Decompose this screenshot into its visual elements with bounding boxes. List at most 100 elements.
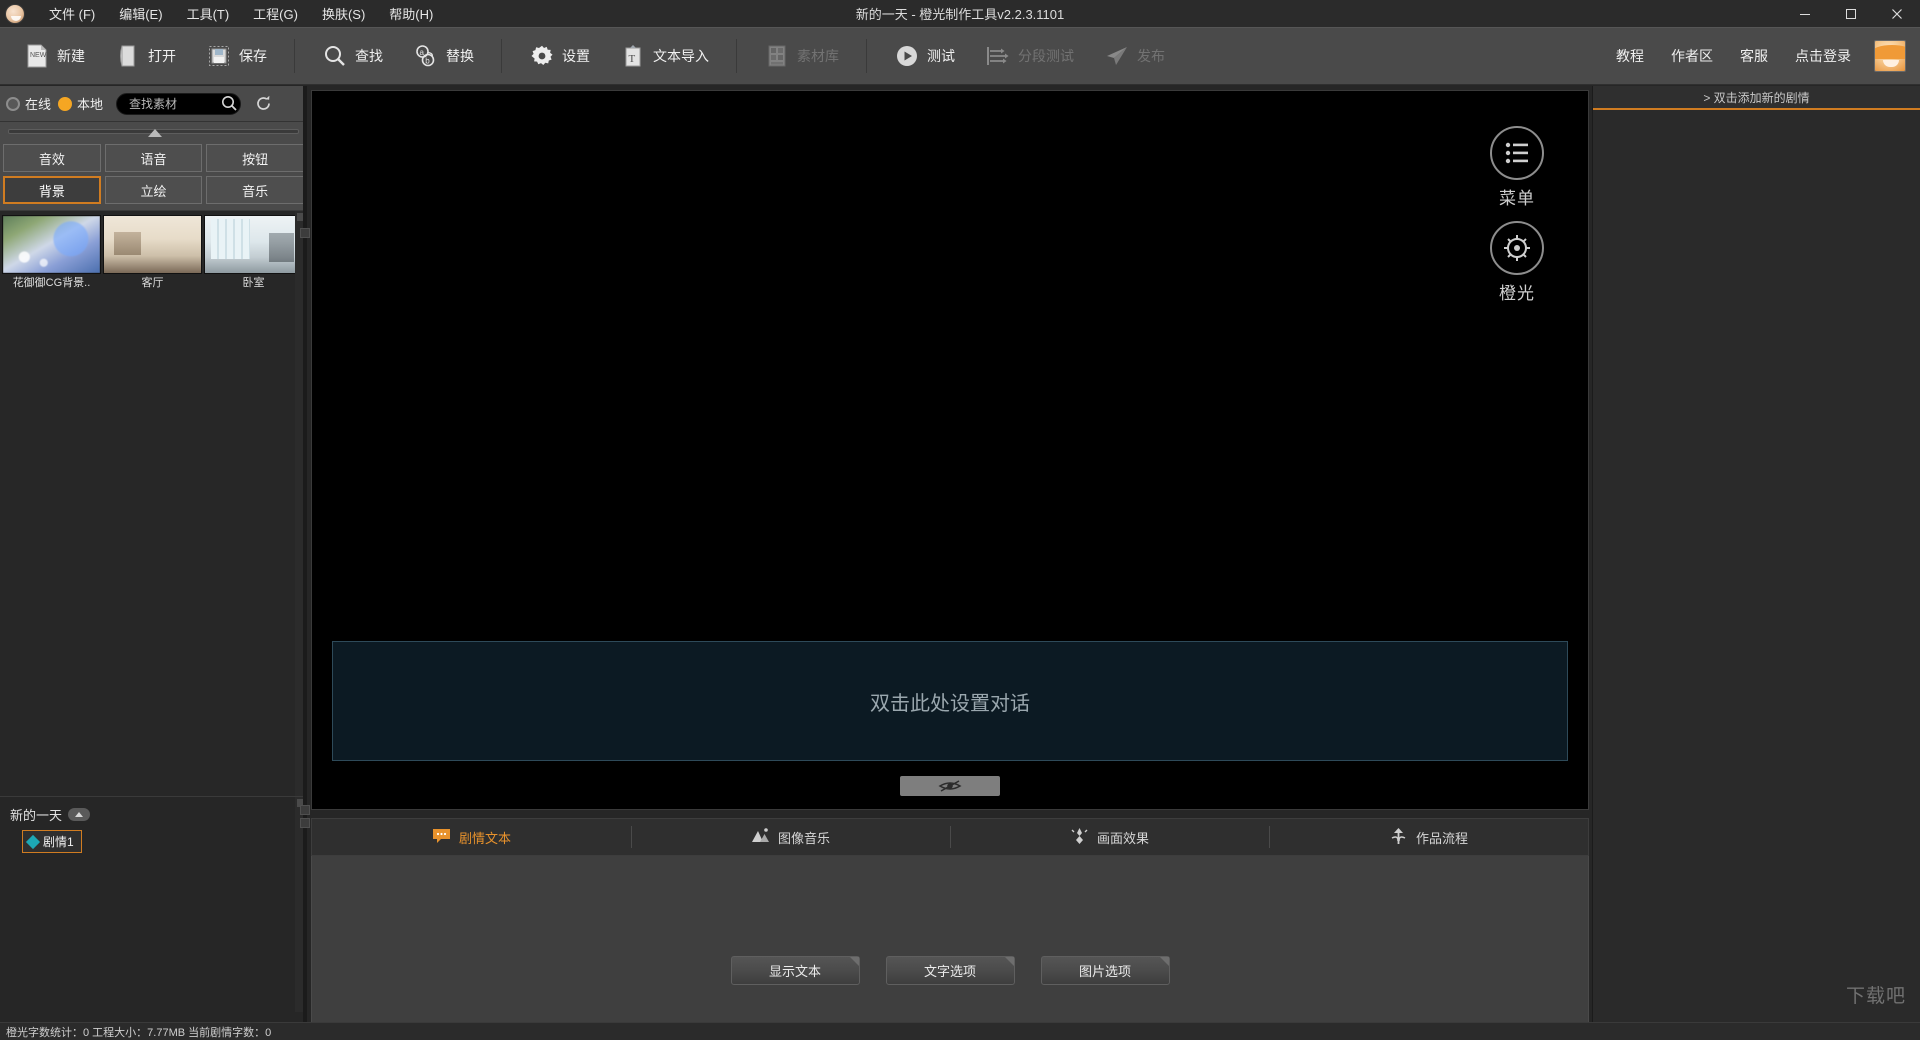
author-zone-link[interactable]: 作者区 <box>1659 40 1725 72</box>
open-button[interactable]: 打开 <box>102 34 189 78</box>
tab-screen-effect[interactable]: 画面效果 <box>950 819 1269 855</box>
orange-light-logo-icon <box>1490 221 1544 275</box>
settings-button-label: 设置 <box>562 48 590 64</box>
asset-item-label: 花御御CG背景.. <box>12 277 91 289</box>
text-import-icon: T <box>620 43 646 69</box>
panel-splitter[interactable] <box>303 86 307 1026</box>
story-tree-header[interactable]: 新的一天 <box>0 797 307 824</box>
text-options-button[interactable]: 文字选项 <box>885 956 1015 985</box>
asset-item-label: 客厅 <box>141 277 164 289</box>
radio-online-indicator <box>6 96 20 111</box>
test-button-label: 测试 <box>927 48 955 64</box>
story-tree-node-1[interactable]: 剧情1 <box>22 830 82 853</box>
tab-story-text[interactable]: 剧情文本 <box>312 819 631 855</box>
tutorial-link[interactable]: 教程 <box>1604 40 1656 72</box>
asset-grid: 花御御CG背景.. 客厅 卧室 <box>0 211 307 292</box>
search-magnifier-icon[interactable] <box>219 94 239 114</box>
asset-list: 花御御CG背景.. 客厅 卧室 <box>0 210 307 799</box>
radio-online-label: 在线 <box>25 97 52 112</box>
menu-item-tools[interactable]: 工具(T) <box>175 0 242 27</box>
thumbnail-image-living-room <box>104 216 201 273</box>
dialogue-box[interactable]: 双击此处设置对话 <box>332 641 1568 761</box>
image-music-icon <box>751 827 770 847</box>
stage-brand-logo[interactable]: 橙光 <box>1486 221 1548 304</box>
main-toolbar: NEW 新建 打开 保存 查找 a b 替换 设置 T 文本导入 素材库 测试 … <box>0 27 1920 85</box>
play-circle-icon <box>894 43 920 69</box>
text-import-button[interactable]: T 文本导入 <box>607 34 722 78</box>
find-button[interactable]: 查找 <box>309 34 396 78</box>
image-options-button[interactable]: 图片选项 <box>1040 956 1170 985</box>
asset-item[interactable]: 花御御CG背景.. <box>2 215 101 292</box>
radio-local-label: 本地 <box>77 97 104 112</box>
menu-item-project[interactable]: 工程(G) <box>241 0 310 27</box>
segment-test-button-label: 分段测试 <box>1018 48 1074 64</box>
script-list-body[interactable]: 下载吧 <box>1593 110 1920 1026</box>
asset-item[interactable]: 客厅 <box>103 215 202 292</box>
close-button[interactable] <box>1874 0 1920 27</box>
toolbar-divider-3 <box>736 39 737 73</box>
maximize-button[interactable] <box>1828 0 1874 27</box>
open-folder-icon <box>115 43 141 69</box>
support-link[interactable]: 客服 <box>1728 40 1780 72</box>
toolbar-divider-2 <box>501 39 502 73</box>
user-avatar[interactable] <box>1874 40 1906 72</box>
publish-button[interactable]: 发布 <box>1091 34 1178 78</box>
asset-item[interactable]: 卧室 <box>204 215 303 292</box>
asset-library-button[interactable]: 素材库 <box>751 34 852 78</box>
stage-menu-button[interactable]: 菜单 <box>1486 126 1548 209</box>
chevron-up-icon[interactable] <box>68 808 91 821</box>
toolbar-divider-4 <box>866 39 867 73</box>
splitter-grip-lower[interactable] <box>300 805 310 815</box>
login-link[interactable]: 点击登录 <box>1783 40 1863 72</box>
editor-tab-bar: 剧情文本 图像音乐 画面效果 作品流程 <box>311 818 1589 856</box>
tab-workflow[interactable]: 作品流程 <box>1269 819 1588 855</box>
refresh-icon[interactable] <box>252 93 274 115</box>
new-file-icon: NEW <box>24 43 50 69</box>
menu-item-edit[interactable]: 编辑(E) <box>107 0 174 27</box>
settings-button[interactable]: 设置 <box>516 34 603 78</box>
svg-text:NEW: NEW <box>30 52 47 59</box>
save-button[interactable]: 保存 <box>193 34 280 78</box>
diamond-marker-icon <box>25 834 41 849</box>
eye-toggle-icon[interactable] <box>900 776 1000 796</box>
thumbnail-image-flower-cg <box>3 216 100 273</box>
segment-test-button[interactable]: 分段测试 <box>972 34 1087 78</box>
minimize-button[interactable] <box>1782 0 1828 27</box>
splitter-grip-upper[interactable] <box>300 228 310 238</box>
category-tab-background[interactable]: 背景 <box>3 176 101 204</box>
text-import-button-label: 文本导入 <box>653 48 709 64</box>
asset-category-tabs: 音效 语音 按钮 背景 立绘 音乐 <box>0 140 307 210</box>
category-tab-sfx[interactable]: 音效 <box>3 144 101 172</box>
test-button[interactable]: 测试 <box>881 34 968 78</box>
svg-text:T: T <box>629 53 636 65</box>
save-disk-icon <box>206 43 232 69</box>
menu-lines-icon <box>1490 126 1544 180</box>
show-text-button[interactable]: 显示文本 <box>730 956 860 985</box>
asset-size-slider[interactable] <box>0 122 307 140</box>
new-button-label: 新建 <box>57 48 85 64</box>
category-tab-button[interactable]: 按钮 <box>206 144 304 172</box>
search-input[interactable] <box>117 93 218 114</box>
tab-image-music-label: 图像音乐 <box>777 830 830 846</box>
asset-search-box[interactable] <box>116 92 242 115</box>
story-tree-node-label: 剧情1 <box>43 835 74 849</box>
category-tab-voice[interactable]: 语音 <box>104 144 203 172</box>
stage-logo-label: 橙光 <box>1499 284 1535 303</box>
preview-stage[interactable]: 菜单 橙光 双击此处设置对话 <box>311 90 1589 810</box>
splitter-grip-bottom[interactable] <box>300 818 310 828</box>
tab-image-music[interactable]: 图像音乐 <box>631 819 950 855</box>
new-button[interactable]: NEW 新建 <box>11 34 98 78</box>
add-story-hint[interactable]: > 双击添加新的剧情 <box>1593 86 1920 110</box>
source-radio-local[interactable]: 本地 <box>58 94 103 113</box>
slider-knob[interactable] <box>148 129 162 137</box>
category-tab-music[interactable]: 音乐 <box>206 176 304 204</box>
tab-workflow-label: 作品流程 <box>1415 830 1468 846</box>
source-radio-online[interactable]: 在线 <box>6 94 51 113</box>
menu-item-file[interactable]: 文件 (F) <box>37 0 107 27</box>
stage-canvas[interactable]: 菜单 橙光 双击此处设置对话 <box>312 91 1588 809</box>
menu-item-skin[interactable]: 换肤(S) <box>310 0 377 27</box>
menu-item-help[interactable]: 帮助(H) <box>377 0 445 27</box>
category-tab-sprite[interactable]: 立绘 <box>104 176 203 204</box>
story-tree-panel: 新的一天 剧情1 <box>0 796 307 1012</box>
replace-button[interactable]: a b 替换 <box>400 34 487 78</box>
